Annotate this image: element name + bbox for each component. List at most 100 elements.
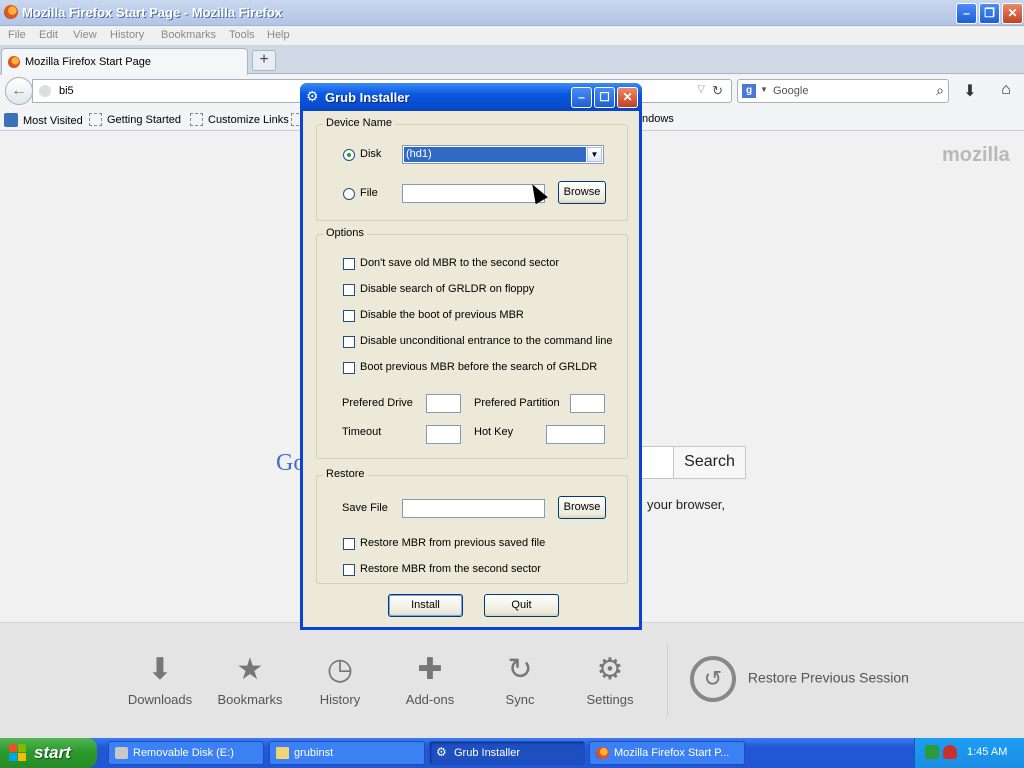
- launcher-history[interactable]: ◷ History: [300, 653, 380, 707]
- engine-dropdown-icon[interactable]: ▼: [760, 85, 768, 94]
- task-firefox[interactable]: Mozilla Firefox Start P...: [589, 741, 745, 765]
- bookmark-label: Most Visited: [23, 115, 83, 127]
- bookmark-folder-icon: [89, 113, 102, 126]
- file-browse-button[interactable]: Browse: [558, 181, 606, 204]
- site-identity-icon[interactable]: [39, 85, 51, 97]
- search-bar[interactable]: g ▼ Google ⌕: [737, 79, 949, 103]
- tab-bar: Mozilla Firefox Start Page +: [0, 45, 1024, 75]
- launcher-label: Settings: [586, 692, 634, 707]
- option-label[interactable]: Disable the boot of previous MBR: [360, 309, 524, 321]
- quit-button[interactable]: Quit: [484, 594, 559, 617]
- bookmark-most-visited[interactable]: Most Visited: [4, 113, 83, 127]
- drive-icon: [115, 747, 128, 759]
- launcher-bookmarks[interactable]: ★ Bookmarks: [210, 653, 290, 707]
- group-legend: Restore: [323, 468, 368, 480]
- new-tab-button[interactable]: +: [252, 50, 276, 71]
- restore-button[interactable]: ❐: [979, 3, 1000, 24]
- dialog-minimize-button[interactable]: –: [571, 87, 592, 108]
- reload-icon[interactable]: ↻: [712, 83, 723, 99]
- home-icon[interactable]: ⌂: [996, 81, 1016, 101]
- url-history-dropdown-icon[interactable]: ▽: [697, 84, 705, 95]
- tab-start-page[interactable]: Mozilla Firefox Start Page: [1, 48, 248, 75]
- disk-radio[interactable]: [343, 149, 355, 161]
- dialog-maximize-button[interactable]: ☐: [594, 87, 615, 108]
- launcher-downloads[interactable]: ⬇ Downloads: [120, 653, 200, 707]
- option-label[interactable]: Boot previous MBR before the search of G…: [360, 361, 597, 373]
- menu-bookmarks[interactable]: Bookmarks: [161, 29, 216, 41]
- menu-edit[interactable]: Edit: [39, 29, 58, 41]
- prefered-drive-input[interactable]: [426, 394, 461, 413]
- install-button[interactable]: Install: [388, 594, 463, 617]
- gear-icon: ⚙: [306, 88, 319, 104]
- option-checkbox[interactable]: [343, 362, 355, 374]
- restore-label[interactable]: Restore MBR from previous saved file: [360, 537, 545, 549]
- firefox-logo-icon: [596, 747, 609, 759]
- bookmark-customize-links[interactable]: Customize Links: [190, 113, 289, 126]
- option-checkbox[interactable]: [343, 310, 355, 322]
- search-icon[interactable]: ⌕: [936, 82, 944, 99]
- chevron-down-icon[interactable]: ▼: [587, 147, 602, 162]
- option-checkbox[interactable]: [343, 284, 355, 296]
- restore-checkbox[interactable]: [343, 538, 355, 550]
- timeout-input[interactable]: [426, 425, 461, 444]
- file-radio[interactable]: [343, 188, 355, 200]
- launcher-divider: [667, 645, 668, 717]
- restore-session-button[interactable]: ↺ Restore Previous Session: [690, 656, 909, 702]
- disk-label: Disk: [360, 148, 382, 160]
- bookmark-label: Getting Started: [107, 114, 181, 126]
- taskbar: start Removable Disk (E:) grubinst ⚙ Gru…: [0, 738, 1024, 768]
- gear-icon: ⚙: [596, 653, 624, 686]
- file-input[interactable]: [402, 184, 545, 203]
- hot-key-input[interactable]: [546, 425, 605, 444]
- task-grubinst[interactable]: grubinst: [269, 741, 425, 765]
- option-checkbox[interactable]: [343, 336, 355, 348]
- window-title: Mozilla Firefox Start Page - Mozilla Fir…: [22, 5, 283, 20]
- prefered-partition-input[interactable]: [570, 394, 605, 413]
- download-icon[interactable]: ⬇: [960, 81, 980, 101]
- menu-help[interactable]: Help: [267, 29, 290, 41]
- google-engine-icon[interactable]: g: [742, 84, 756, 98]
- menu-view[interactable]: View: [73, 29, 97, 41]
- firefox-favicon-icon: [8, 56, 20, 68]
- network-icon[interactable]: [925, 745, 939, 759]
- save-file-browse-button[interactable]: Browse: [558, 496, 606, 519]
- launcher-bar: ⬇ Downloads ★ Bookmarks ◷ History ✚ Add-…: [0, 622, 1024, 738]
- bookmark-folder-icon: [190, 113, 203, 126]
- restore-checkbox[interactable]: [343, 564, 355, 576]
- save-file-input[interactable]: [402, 499, 545, 518]
- launcher-sync[interactable]: ↻ Sync: [480, 653, 560, 707]
- group-legend: Options: [323, 227, 367, 239]
- task-removable-disk[interactable]: Removable Disk (E:): [108, 741, 264, 765]
- launcher-label: Downloads: [127, 692, 193, 707]
- start-button[interactable]: start: [0, 738, 97, 768]
- option-checkbox[interactable]: [343, 258, 355, 270]
- option-label[interactable]: Disable search of GRLDR on floppy: [360, 283, 534, 295]
- launcher-settings[interactable]: ⚙ Settings: [570, 653, 650, 707]
- launcher-label: Bookmarks: [217, 692, 283, 707]
- google-search-input[interactable]: [641, 446, 674, 479]
- restore-label[interactable]: Restore MBR from the second sector: [360, 563, 541, 575]
- security-shield-icon[interactable]: [943, 745, 957, 759]
- device-name-group: Device Name Disk (hd1) ▼ File Browse: [316, 117, 628, 221]
- task-grub-installer[interactable]: ⚙ Grub Installer: [429, 741, 585, 765]
- menu-bar: File Edit View History Bookmarks Tools H…: [0, 27, 1024, 45]
- bookmark-getting-started[interactable]: Getting Started: [89, 113, 181, 126]
- menu-history[interactable]: History: [110, 29, 144, 41]
- option-label[interactable]: Don't save old MBR to the second sector: [360, 257, 559, 269]
- google-search-button[interactable]: Search: [673, 446, 746, 479]
- restore-session-label: Restore Previous Session: [747, 669, 909, 686]
- star-icon: ★: [236, 653, 264, 686]
- launcher-addons[interactable]: ✚ Add-ons: [390, 653, 470, 707]
- disk-select[interactable]: (hd1) ▼: [402, 145, 604, 164]
- menu-file[interactable]: File: [8, 29, 26, 41]
- sync-icon: ↻: [507, 653, 533, 686]
- minimize-button[interactable]: –: [956, 3, 977, 24]
- bookmark-windows-label[interactable]: ndows: [642, 113, 674, 125]
- tab-label: Mozilla Firefox Start Page: [25, 56, 151, 68]
- dialog-close-button[interactable]: ✕: [617, 87, 638, 108]
- firefox-titlebar: Mozilla Firefox Start Page - Mozilla Fir…: [0, 0, 1024, 26]
- option-label[interactable]: Disable unconditional entrance to the co…: [360, 335, 613, 347]
- close-button[interactable]: ✕: [1002, 3, 1023, 24]
- back-button[interactable]: ←: [5, 77, 33, 105]
- menu-tools[interactable]: Tools: [229, 29, 255, 41]
